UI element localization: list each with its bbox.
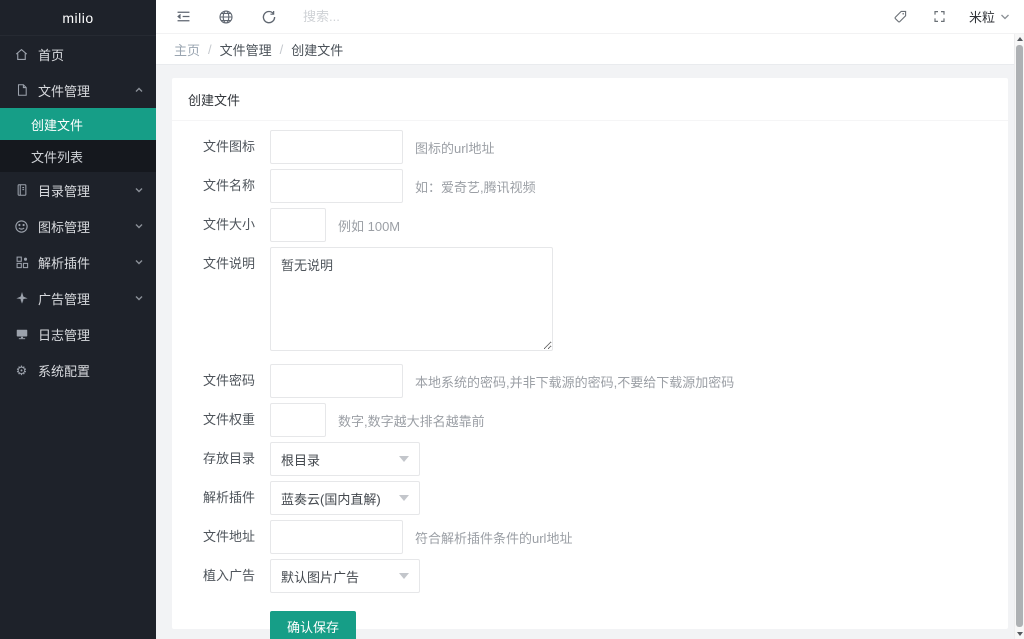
fullscreen-icon[interactable]: [931, 8, 949, 26]
field-label: 文件地址: [202, 529, 255, 544]
username: 米粒: [968, 10, 995, 25]
breadcrumb: 主页 / 文件管理 / 创建文件: [156, 34, 1024, 65]
chevron-up-icon: [134, 85, 144, 95]
chevron-down-icon: [134, 257, 144, 267]
sidebar-subitem-file-list[interactable]: 文件列表: [0, 140, 156, 172]
card-title: 创建文件: [172, 78, 1008, 121]
breadcrumb-separator: /: [208, 41, 212, 57]
file-name-input[interactable]: [270, 169, 403, 203]
file-weight-input[interactable]: [270, 403, 326, 437]
gear-icon: ⚙: [15, 362, 28, 378]
select-arrow-icon: [399, 456, 409, 462]
field-label: 文件名称: [202, 178, 255, 193]
file-icon: [14, 83, 29, 98]
chevron-down-icon: [1000, 13, 1010, 21]
sidebar-item-file-management[interactable]: 文件管理: [0, 72, 156, 108]
chevron-down-icon: [134, 221, 144, 231]
field-storage-directory: 存放目录 根目录: [188, 442, 992, 476]
tag-icon[interactable]: [891, 8, 909, 26]
field-hint: 符合解析插件条件的url地址: [415, 530, 573, 546]
breadcrumb-create-file: 创建文件: [291, 42, 344, 58]
field-label: 文件权重: [202, 412, 255, 427]
scrollbar-up-arrow[interactable]: [1015, 34, 1024, 44]
create-file-card: 创建文件 文件图标 图标的url地址 文件名称 如：爱奇艺,腾讯视频 文件大小 …: [172, 78, 1008, 639]
parser-plugin-select[interactable]: 蓝奏云(国内直解): [270, 481, 420, 515]
file-password-input[interactable]: [270, 364, 403, 398]
field-label: 文件图标: [202, 139, 255, 154]
field-file-icon: 文件图标 图标的url地址: [188, 130, 992, 164]
select-arrow-icon: [399, 495, 409, 501]
field-file-password: 文件密码 本地系统的密码,并非下载源的密码,不要给下载源加密码: [188, 364, 992, 398]
file-icon-input[interactable]: [270, 130, 403, 164]
user-menu[interactable]: 米粒: [969, 7, 1010, 26]
home-icon: [14, 47, 29, 62]
topbar: 米粒: [156, 0, 1024, 34]
field-label: 文件密码: [202, 373, 255, 388]
notebook-icon: [14, 183, 29, 198]
main-area: 米粒 主页 / 文件管理 / 创建文件 创建文件 文件图标 图标的url地址: [156, 0, 1024, 639]
chevron-down-icon: [134, 185, 144, 195]
field-file-size: 文件大小 例如 100M: [188, 208, 992, 242]
fold-sidebar-icon[interactable]: [174, 8, 192, 26]
field-hint: 例如 100M: [338, 218, 401, 234]
field-hint: 如：爱奇艺,腾讯视频: [415, 179, 536, 195]
create-file-form: 文件图标 图标的url地址 文件名称 如：爱奇艺,腾讯视频 文件大小 例如 10…: [172, 121, 1008, 639]
sidebar-subitem-create-file[interactable]: 创建文件: [0, 108, 156, 140]
embed-ad-select[interactable]: 默认图片广告: [270, 559, 420, 593]
field-label: 文件大小: [202, 217, 255, 232]
sidebar-item-parser-plugins[interactable]: 解析插件: [0, 244, 156, 280]
field-file-weight: 文件权重 数字,数字越大排名越靠前: [188, 403, 992, 437]
vertical-scrollbar[interactable]: [1014, 34, 1024, 639]
smiley-icon: [14, 219, 29, 234]
sidebar-item-ad-management[interactable]: 广告管理: [0, 280, 156, 316]
field-hint: 本地系统的密码,并非下载源的密码,不要给下载源加密码: [415, 374, 735, 390]
content-area: 创建文件 文件图标 图标的url地址 文件名称 如：爱奇艺,腾讯视频 文件大小 …: [156, 65, 1024, 639]
sidebar-item-icon-management[interactable]: 图标管理: [0, 208, 156, 244]
field-hint: 图标的url地址: [415, 140, 495, 156]
field-label: 存放目录: [202, 451, 255, 466]
field-label: 文件说明: [202, 256, 255, 271]
chevron-down-icon: [134, 293, 144, 303]
field-file-name: 文件名称 如：爱奇艺,腾讯视频: [188, 169, 992, 203]
breadcrumb-separator: /: [279, 41, 284, 57]
file-size-input[interactable]: [270, 208, 326, 242]
file-description-textarea[interactable]: 暂无说明: [270, 247, 553, 351]
select-arrow-icon: [399, 573, 409, 579]
field-label: 植入广告: [202, 568, 255, 583]
field-parser-plugin: 解析插件 蓝奏云(国内直解): [188, 481, 992, 515]
sidebar-item-home[interactable]: 首页: [0, 36, 156, 72]
plane-icon: [14, 291, 29, 306]
monitor-icon: [14, 327, 29, 342]
globe-icon[interactable]: [217, 8, 235, 26]
sidebar-item-log-management[interactable]: 日志管理: [0, 316, 156, 352]
topbar-right: 米粒: [869, 7, 1010, 26]
field-file-url: 文件地址 符合解析插件条件的url地址: [188, 520, 992, 554]
breadcrumb-home[interactable]: 主页: [174, 40, 200, 59]
sidebar: milio 首页 文件管理 创建文件 文件列表 目录管理 图标管理 解析插件 广…: [0, 0, 156, 639]
sidebar-submenu-file: 创建文件 文件列表: [0, 108, 156, 172]
blocks-icon: [14, 255, 29, 270]
app-logo: milio: [0, 0, 156, 36]
storage-directory-select[interactable]: 根目录: [270, 442, 420, 476]
field-embed-ad: 植入广告 默认图片广告: [188, 559, 992, 593]
refresh-icon[interactable]: [260, 8, 278, 26]
search-input[interactable]: [303, 9, 869, 24]
field-file-description: 文件说明 暂无说明: [188, 247, 992, 359]
sidebar-item-directory-management[interactable]: 目录管理: [0, 172, 156, 208]
field-label: 解析插件: [202, 490, 255, 505]
file-url-input[interactable]: [270, 520, 403, 554]
field-hint: 数字,数字越大排名越靠前: [338, 413, 485, 429]
save-button[interactable]: 确认保存: [270, 611, 357, 639]
breadcrumb-file-management[interactable]: 文件管理: [220, 40, 272, 59]
scrollbar-down-arrow[interactable]: [1015, 629, 1024, 639]
sidebar-item-system-config[interactable]: ⚙ 系统配置: [0, 352, 156, 388]
scrollbar-thumb[interactable]: [1016, 45, 1023, 627]
